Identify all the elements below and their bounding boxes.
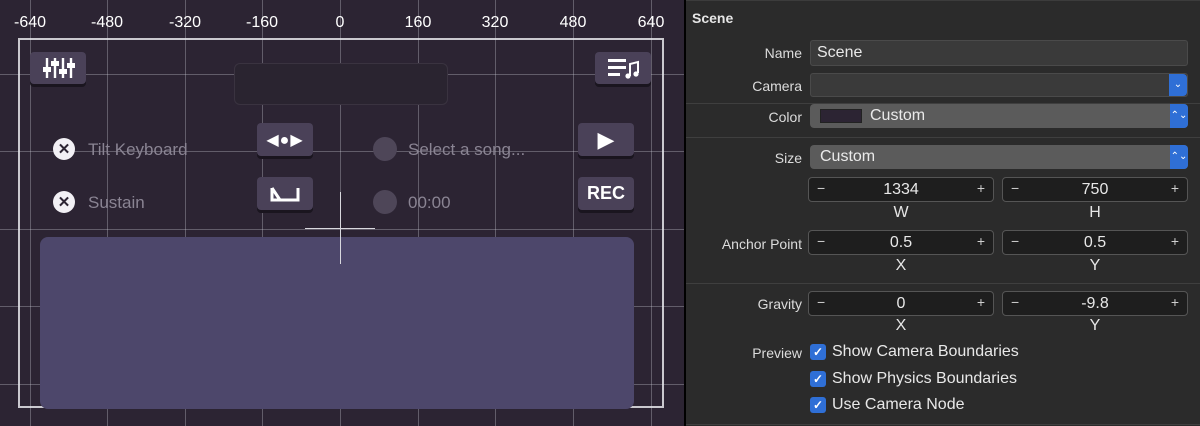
- name-label: Name: [764, 45, 802, 61]
- color-swatch: [820, 109, 862, 123]
- color-value: Custom: [870, 107, 926, 124]
- arrows-button[interactable]: ◀●▶: [257, 123, 313, 156]
- ruler-label: 480: [559, 14, 587, 31]
- use-camera-node-label[interactable]: Use Camera Node: [832, 396, 965, 414]
- increment-icon[interactable]: +: [1171, 294, 1179, 310]
- width-caption: W: [893, 204, 909, 221]
- mixer-button[interactable]: [30, 52, 86, 84]
- playlist-button[interactable]: [595, 52, 651, 84]
- anchor-x-caption: X: [895, 257, 907, 274]
- checkbox[interactable]: ✓: [810, 397, 826, 413]
- ruler-label: -640: [13, 14, 47, 31]
- anchor-x-value[interactable]: 0.5: [829, 234, 973, 252]
- decrement-icon[interactable]: −: [817, 180, 825, 196]
- show-physics-boundaries-label[interactable]: Show Physics Boundaries: [832, 370, 1017, 388]
- gravity-y-value[interactable]: -9.8: [1023, 295, 1167, 313]
- gravity-x-stepper[interactable]: − 0 +: [808, 291, 994, 316]
- updown-chevron-icon[interactable]: ⌃⌄: [1170, 145, 1188, 169]
- ruler-label: -320: [168, 14, 202, 31]
- decrement-icon[interactable]: −: [817, 294, 825, 310]
- tilt-keyboard-label: Tilt Keyboard: [88, 140, 188, 159]
- anchor-y-caption: Y: [1089, 257, 1101, 274]
- select-song-label[interactable]: Select a song...: [408, 140, 525, 160]
- loop-button[interactable]: [257, 177, 313, 210]
- height-stepper[interactable]: − 750 +: [1002, 177, 1188, 202]
- song-display: [234, 63, 448, 105]
- gravity-y-caption: Y: [1089, 317, 1101, 334]
- size-label: Size: [774, 150, 802, 166]
- camera-label: Camera: [752, 78, 802, 94]
- sustain-toggle-icon[interactable]: ✕: [53, 191, 75, 213]
- separator: [686, 424, 1200, 425]
- updown-chevron-icon[interactable]: ⌃⌄: [1170, 104, 1188, 128]
- width-stepper[interactable]: − 1334 +: [808, 177, 994, 202]
- chevron-down-icon[interactable]: ⌄: [1169, 74, 1187, 96]
- separator: [686, 0, 1200, 1]
- anchor-point-label: Anchor Point: [721, 236, 802, 252]
- gravity-x-value[interactable]: 0: [829, 295, 973, 313]
- origin-crosshair: [305, 228, 375, 229]
- sliders-icon: [43, 58, 75, 78]
- loop-bracket-icon: [270, 186, 300, 201]
- color-label: Color: [768, 109, 802, 125]
- width-value[interactable]: 1334: [829, 181, 973, 199]
- size-popup[interactable]: Custom ⌃⌄: [810, 145, 1188, 169]
- decrement-icon[interactable]: −: [1011, 180, 1019, 196]
- decrement-icon[interactable]: −: [1011, 233, 1019, 249]
- increment-icon[interactable]: +: [977, 233, 985, 249]
- attributes-inspector: Scene Name Scene Camera ⌄ Color Custom ⌃…: [686, 0, 1200, 426]
- time-label: 00:00: [408, 193, 451, 212]
- checkbox[interactable]: ✓: [810, 371, 826, 387]
- tilt-toggle-icon[interactable]: ✕: [53, 138, 75, 160]
- size-preset-value: Custom: [820, 148, 876, 165]
- ruler-label: 0: [335, 14, 345, 31]
- ruler-label: -480: [90, 14, 124, 31]
- sustain-label: Sustain: [88, 193, 145, 212]
- song-select-dot[interactable]: [373, 137, 397, 161]
- anchor-y-stepper[interactable]: − 0.5 +: [1002, 230, 1188, 255]
- separator: [686, 137, 1200, 138]
- keyboard-area[interactable]: [40, 237, 634, 409]
- increment-icon[interactable]: +: [977, 294, 985, 310]
- height-caption: H: [1089, 204, 1101, 221]
- increment-icon[interactable]: +: [1171, 233, 1179, 249]
- separator: [686, 283, 1200, 284]
- ruler-label: 320: [481, 14, 509, 31]
- decrement-icon[interactable]: −: [817, 233, 825, 249]
- name-field[interactable]: Scene: [810, 40, 1188, 66]
- show-camera-boundaries-label[interactable]: Show Camera Boundaries: [832, 343, 1019, 361]
- playlist-music-icon: [608, 59, 639, 79]
- time-dot: [373, 190, 397, 214]
- height-value[interactable]: 750: [1023, 181, 1167, 199]
- ruler-label: 640: [637, 14, 665, 31]
- increment-icon[interactable]: +: [977, 180, 985, 196]
- color-popup[interactable]: Custom ⌃⌄: [810, 104, 1188, 128]
- ruler-label: -160: [245, 14, 279, 31]
- gravity-y-stepper[interactable]: − -9.8 +: [1002, 291, 1188, 316]
- anchor-x-stepper[interactable]: − 0.5 +: [808, 230, 994, 255]
- record-button[interactable]: REC: [578, 177, 634, 210]
- anchor-y-value[interactable]: 0.5: [1023, 234, 1167, 252]
- camera-popup[interactable]: ⌄: [810, 73, 1188, 97]
- preview-label: Preview: [752, 345, 802, 361]
- scene-canvas[interactable]: -640 -480 -320 -160 0 160 320 480 640 ✕ …: [0, 0, 684, 426]
- increment-icon[interactable]: +: [1171, 180, 1179, 196]
- play-button[interactable]: ▶: [578, 123, 634, 156]
- ruler-label: 160: [404, 14, 432, 31]
- checkbox[interactable]: ✓: [810, 344, 826, 360]
- section-title: Scene: [692, 10, 734, 26]
- gravity-x-caption: X: [895, 317, 907, 334]
- gravity-label: Gravity: [757, 296, 802, 312]
- decrement-icon[interactable]: −: [1011, 294, 1019, 310]
